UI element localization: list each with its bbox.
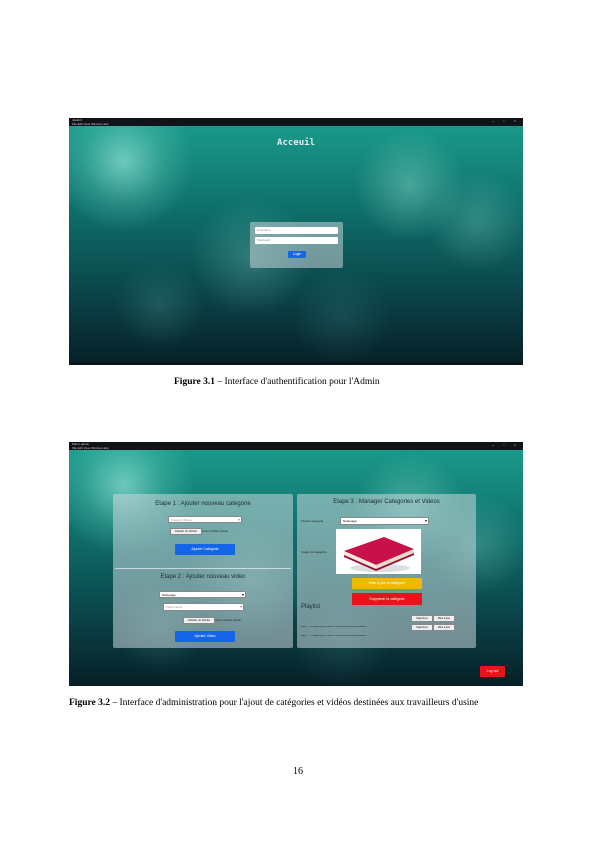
menu-bar[interactable]: File Edit View Window Help	[72, 122, 109, 126]
category-image	[336, 529, 421, 574]
menu-bar[interactable]: File Edit View Window Help	[72, 446, 109, 450]
login-button[interactable]: Login	[288, 251, 306, 258]
window-titlebar: JavaFX File Edit View Window Help – ▫ ×	[69, 118, 523, 126]
no-video-file-label: Aucun fichier choisi	[215, 618, 241, 622]
book-icon	[344, 537, 414, 572]
login-form: Username Password Login	[250, 222, 343, 268]
playlist-delete-button[interactable]: Supprimer	[411, 615, 433, 622]
delete-category-button[interactable]: Supprimer la catégorie	[352, 593, 422, 605]
logout-button[interactable]: Log out	[480, 666, 505, 677]
caption-label: Figure 3.2	[69, 698, 110, 708]
manage-category-select[interactable]: Nettoyage	[340, 517, 429, 525]
playlist-update-button[interactable]: Mise à jour	[433, 615, 455, 622]
caption-label: Figure 3.1	[174, 377, 215, 387]
category-name-input[interactable]: Category Name	[168, 516, 242, 523]
status-bar	[69, 362, 523, 365]
playlist-update-button[interactable]: Mise à jour	[433, 624, 455, 631]
figure-caption-2: Figure 3.2 – Interface d'administration …	[69, 697, 523, 710]
divider	[115, 568, 291, 569]
video-name-input[interactable]: Video Name	[163, 603, 244, 611]
caption-text: – Interface d'administration pour l'ajou…	[110, 698, 479, 708]
figure-admin-screenshot: Main | admin File Edit View Window Help …	[69, 442, 523, 686]
window-controls[interactable]: – ▫ ×	[492, 442, 520, 447]
step2-title: Etape 2 : Ajouter nouveau video	[160, 574, 246, 580]
username-input[interactable]: Username	[255, 227, 338, 234]
window-controls[interactable]: – ▫ ×	[492, 118, 520, 123]
page-number: 16	[293, 766, 303, 777]
caption-text: – Interface d'authentification pour l'Ad…	[215, 377, 380, 387]
add-category-button[interactable]: Ajouter Categorie	[175, 544, 235, 555]
right-panel: Etape 3 : Manager Categories et Videos C…	[297, 494, 476, 648]
figure-caption-1: Figure 3.1 – Interface d'authentificatio…	[174, 376, 380, 389]
choose-category-label: Choisit categorie	[301, 519, 324, 523]
playlist-title: Playlist	[301, 604, 321, 610]
step3-title: Etape 3 : Manager Categories et Videos	[333, 499, 440, 505]
password-input[interactable]: Password	[255, 237, 338, 244]
choose-video-file-button[interactable]: Choisir un fichier	[183, 617, 215, 624]
left-panel: Etape 1 : Ajouter nouveau categorie Cate…	[113, 494, 293, 648]
video-category-select[interactable]: Nettoyage	[159, 591, 246, 598]
add-video-button[interactable]: Ajouter Video	[175, 631, 235, 642]
choose-file-button[interactable]: Choisir un fichier	[170, 528, 202, 535]
playlist-item-label: video 2 : 12 bagul.mp4 (c:\Users\PC\Docu…	[301, 635, 367, 637]
image-label: Image du categorie	[301, 550, 327, 554]
page-heading: Acceuil	[277, 138, 315, 148]
step1-title: Etape 1 : Ajouter nouveau categorie	[155, 501, 251, 507]
update-category-button[interactable]: Mise à jour la catégorie	[352, 578, 422, 589]
playlist-item: video 2 : 12 bagul.mp4 (c:\Users\PC\Docu…	[301, 624, 455, 642]
no-file-label: Aucun fichier choisi	[202, 529, 228, 533]
figure-login-screenshot: JavaFX File Edit View Window Help – ▫ × …	[69, 118, 523, 365]
playlist-delete-button[interactable]: Supprimer	[411, 624, 433, 631]
window-titlebar: Main | admin File Edit View Window Help …	[69, 442, 523, 450]
